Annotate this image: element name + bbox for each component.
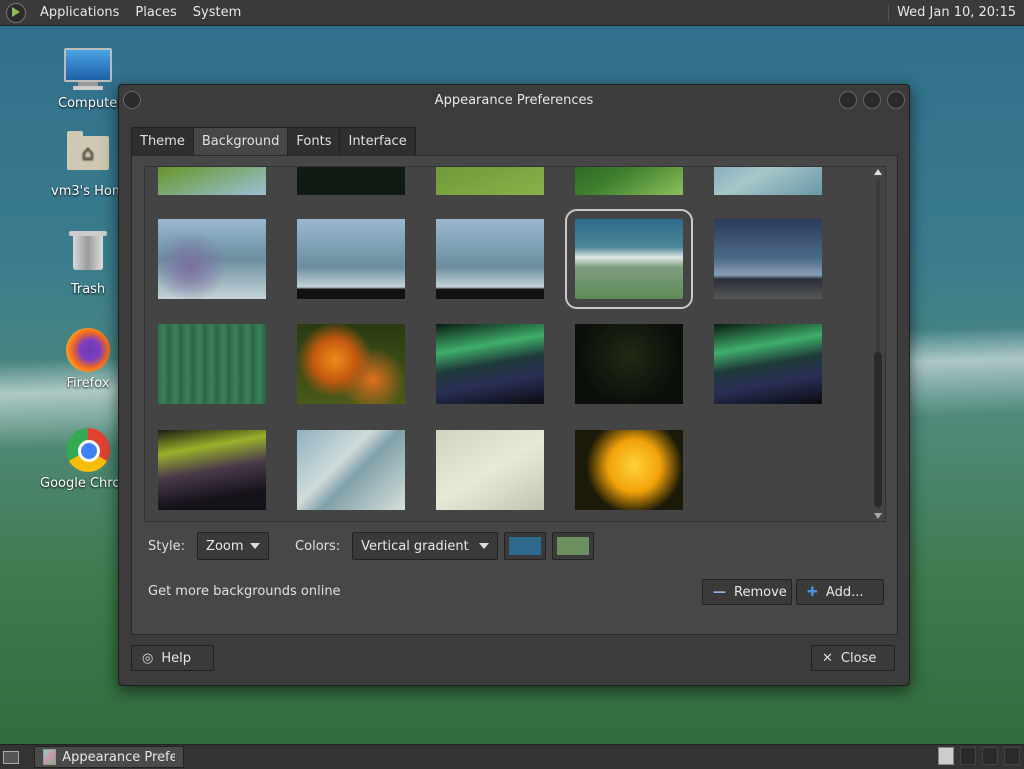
wallpaper-thumbnail[interactable] [436, 430, 544, 510]
wallpaper-thumbnail[interactable] [158, 430, 266, 510]
secondary-color-button[interactable] [552, 532, 595, 560]
desktop-icon-computer[interactable]: Computer [48, 44, 128, 111]
desktop-icon-firefox[interactable]: Firefox [48, 328, 128, 391]
wallpaper-thumbnail[interactable] [575, 324, 683, 404]
trash-icon [64, 231, 112, 278]
scroll-down-icon[interactable] [874, 513, 882, 519]
remove-button-label: Remove [734, 584, 787, 600]
wallpaper-thumbnail[interactable] [297, 430, 405, 510]
tab-background[interactable]: Background [192, 127, 289, 157]
appearance-preferences-window: Appearance Preferences Theme Background … [118, 84, 910, 686]
style-dropdown-value: Zoom [206, 538, 244, 554]
gallery-scrollbar[interactable] [873, 167, 883, 521]
window-menu-icon[interactable] [123, 91, 141, 109]
workspace-4[interactable] [1004, 747, 1020, 765]
desktop-icon-label: vm3's Home [51, 184, 121, 199]
menu-system[interactable]: System [185, 5, 249, 20]
chevron-down-icon [250, 543, 261, 549]
desktop-icon-label: Google Chrome [40, 476, 118, 491]
home-folder-icon [64, 131, 112, 180]
wallpaper-thumbnail[interactable] [714, 167, 822, 195]
menu-places[interactable]: Places [127, 5, 184, 20]
wallpaper-thumbnail[interactable] [436, 219, 544, 299]
style-label: Style: [148, 538, 186, 554]
secondary-color-swatch [557, 537, 590, 555]
colors-dropdown[interactable]: Vertical gradient [352, 532, 499, 560]
wallpaper-thumbnail[interactable] [714, 324, 822, 404]
close-button[interactable]: ✕ Close [811, 645, 895, 671]
primary-color-swatch [509, 537, 542, 555]
appearance-app-icon [43, 749, 57, 765]
tab-interface[interactable]: Interface [339, 127, 416, 157]
maximize-icon[interactable] [863, 91, 881, 109]
wallpaper-thumbnail[interactable] [714, 219, 822, 299]
bottom-taskbar: Appearance Prefere... [0, 744, 1024, 769]
wallpaper-thumbnail[interactable] [297, 219, 405, 299]
plus-icon: ✚ [807, 584, 818, 600]
close-window-icon[interactable] [887, 91, 905, 109]
colors-dropdown-value: Vertical gradient [361, 538, 469, 554]
tab-theme[interactable]: Theme [131, 127, 194, 157]
clock[interactable]: Wed Jan 10, 20:15 [888, 5, 1024, 20]
help-lifebuoy-icon: ◎ [142, 650, 154, 666]
primary-color-button[interactable] [504, 532, 547, 560]
add-button-label: Add... [825, 584, 864, 600]
menu-applications[interactable]: Applications [32, 5, 127, 20]
wallpaper-thumbnail[interactable] [575, 167, 683, 195]
workspace-2[interactable] [960, 747, 976, 765]
background-tab-panel: Style: Zoom Colors: Vertical gradient Ge… [131, 155, 898, 635]
top-panel: Applications Places System Wed Jan 10, 2… [0, 0, 1024, 26]
chrome-icon [64, 428, 112, 472]
desktop-icon-chrome[interactable]: Google Chrome [40, 428, 128, 491]
wallpaper-thumbnail[interactable] [158, 219, 266, 299]
style-colors-row: Style: Zoom Colors: Vertical gradient [148, 532, 595, 560]
wallpaper-thumbnail[interactable] [297, 324, 405, 404]
wallpaper-thumbnail[interactable] [297, 167, 405, 195]
taskbar-window-button[interactable]: Appearance Prefere... [34, 746, 184, 768]
tab-bar: Theme Background Fonts Interface [131, 127, 416, 157]
chevron-down-icon [479, 543, 490, 549]
show-desktop-icon[interactable] [0, 746, 22, 768]
minus-icon: — [713, 584, 726, 600]
distro-logo-icon[interactable] [6, 2, 26, 23]
firefox-icon [64, 328, 112, 372]
help-button[interactable]: ◎ Help [131, 645, 214, 671]
window-title: Appearance Preferences [434, 92, 594, 108]
workspace-3[interactable] [982, 747, 998, 765]
wallpaper-thumbnail[interactable] [158, 167, 266, 195]
desktop-icon-label: Trash [70, 282, 106, 297]
wallpaper-thumbnail[interactable] [436, 324, 544, 404]
get-more-backgrounds-link[interactable]: Get more backgrounds online [148, 584, 341, 599]
add-button[interactable]: ✚ Add... [796, 579, 884, 605]
desktop-icon-trash[interactable]: Trash [48, 228, 128, 297]
wallpaper-gallery[interactable] [144, 166, 886, 522]
style-dropdown[interactable]: Zoom [197, 532, 270, 560]
wallpaper-thumbnail[interactable] [575, 430, 683, 510]
tab-fonts[interactable]: Fonts [287, 127, 341, 157]
taskbar-window-label: Appearance Prefere... [62, 749, 175, 765]
scroll-thumb[interactable] [874, 352, 882, 507]
workspace-1[interactable] [938, 747, 954, 765]
scroll-up-icon[interactable] [874, 169, 882, 175]
wallpaper-thumbnail-selected[interactable] [565, 209, 693, 309]
close-icon: ✕ [822, 650, 833, 666]
close-button-label: Close [840, 650, 877, 666]
colors-label: Colors: [295, 538, 341, 554]
help-button-label: Help [161, 650, 191, 666]
computer-icon [64, 48, 112, 92]
wallpaper-thumbnail[interactable] [436, 167, 544, 195]
window-titlebar[interactable]: Appearance Preferences [119, 85, 909, 115]
wallpaper-thumbnail[interactable] [158, 324, 266, 404]
minimize-icon[interactable] [839, 91, 857, 109]
remove-button[interactable]: — Remove [702, 579, 792, 605]
desktop-icon-label: Firefox [66, 376, 110, 391]
desktop-icon-home[interactable]: vm3's Home [48, 128, 128, 199]
